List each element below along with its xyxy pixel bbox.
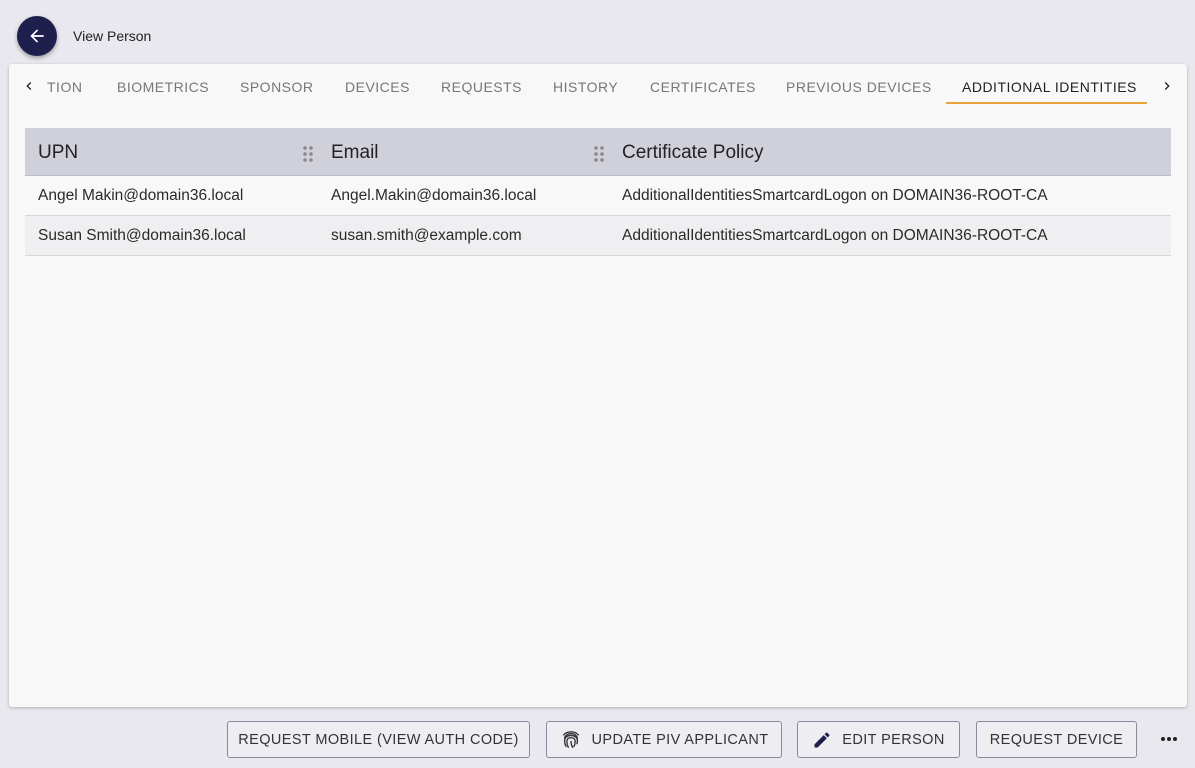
cell-upn: Susan Smith@domain36.local	[38, 227, 246, 244]
back-button[interactable]	[17, 16, 57, 56]
chevron-left-icon	[26, 82, 32, 90]
request-mobile-button[interactable]: REQUEST MOBILE (VIEW AUTH CODE)	[227, 721, 530, 758]
tab-strip: TION BIOMETRICS SPONSOR DEVICES REQUESTS…	[47, 64, 1159, 106]
identities-table: UPN Email Certificate Policy Angel Makin…	[25, 128, 1171, 256]
cell-upn: Angel Makin@domain36.local	[38, 187, 244, 204]
table-row[interactable]: Susan Smith@domain36.local susan.smith@e…	[25, 216, 1171, 256]
tab-history[interactable]: HISTORY	[553, 79, 618, 95]
page-title: View Person	[73, 28, 152, 44]
tab-previous-devices[interactable]: PREVIOUS DEVICES	[786, 79, 932, 95]
column-header-upn[interactable]: UPN	[38, 142, 78, 164]
update-piv-label: UPDATE PIV APPLICANT	[591, 731, 769, 748]
action-bar: REQUEST MOBILE (VIEW AUTH CODE) UPDATE P…	[0, 708, 1195, 768]
tab-scroll-left[interactable]	[17, 74, 41, 98]
drag-handle-icon[interactable]	[302, 145, 314, 163]
column-header-certificate-policy[interactable]: Certificate Policy	[622, 142, 764, 164]
tab-sponsor[interactable]: SPONSOR	[240, 79, 314, 95]
main-card: TION BIOMETRICS SPONSOR DEVICES REQUESTS…	[9, 64, 1187, 707]
drag-handle-icon[interactable]	[593, 145, 605, 163]
chevron-right-icon	[1164, 82, 1170, 90]
request-device-label: REQUEST DEVICE	[989, 731, 1124, 748]
arrow-left-icon	[30, 29, 44, 43]
tab-additional-identities[interactable]: ADDITIONAL IDENTITIES	[962, 79, 1137, 95]
tab-biometrics[interactable]: BIOMETRICS	[117, 79, 209, 95]
column-header-email[interactable]: Email	[331, 142, 379, 164]
tab-certificates[interactable]: CERTIFICATES	[650, 79, 756, 95]
cell-certificate-policy: AdditionalIdentitiesSmartcardLogon on DO…	[622, 187, 1048, 204]
edit-person-button[interactable]: EDIT PERSON	[797, 721, 960, 758]
update-piv-applicant-button[interactable]: UPDATE PIV APPLICANT	[546, 721, 782, 758]
tab-information[interactable]: TION	[47, 79, 82, 95]
request-device-button[interactable]: REQUEST DEVICE	[976, 721, 1137, 758]
cell-email: Angel.Makin@domain36.local	[331, 187, 537, 204]
tab-requests[interactable]: REQUESTS	[441, 79, 522, 95]
active-tab-indicator	[946, 102, 1147, 104]
cell-email: susan.smith@example.com	[331, 227, 522, 244]
more-horizontal-icon[interactable]	[1158, 730, 1180, 748]
tab-devices[interactable]: DEVICES	[345, 79, 410, 95]
cell-certificate-policy: AdditionalIdentitiesSmartcardLogon on DO…	[622, 227, 1048, 244]
table-row[interactable]: Angel Makin@domain36.local Angel.Makin@d…	[25, 176, 1171, 216]
top-bar: View Person	[0, 0, 1195, 66]
edit-person-label: EDIT PERSON	[842, 731, 945, 748]
tab-scroll-right[interactable]	[1155, 74, 1179, 98]
pencil-icon	[814, 731, 830, 747]
tab-bar: TION BIOMETRICS SPONSOR DEVICES REQUESTS…	[9, 64, 1187, 106]
fingerprint-icon	[562, 730, 579, 748]
table-header: UPN Email Certificate Policy	[25, 128, 1171, 176]
request-mobile-label: REQUEST MOBILE (VIEW AUTH CODE)	[238, 731, 519, 748]
